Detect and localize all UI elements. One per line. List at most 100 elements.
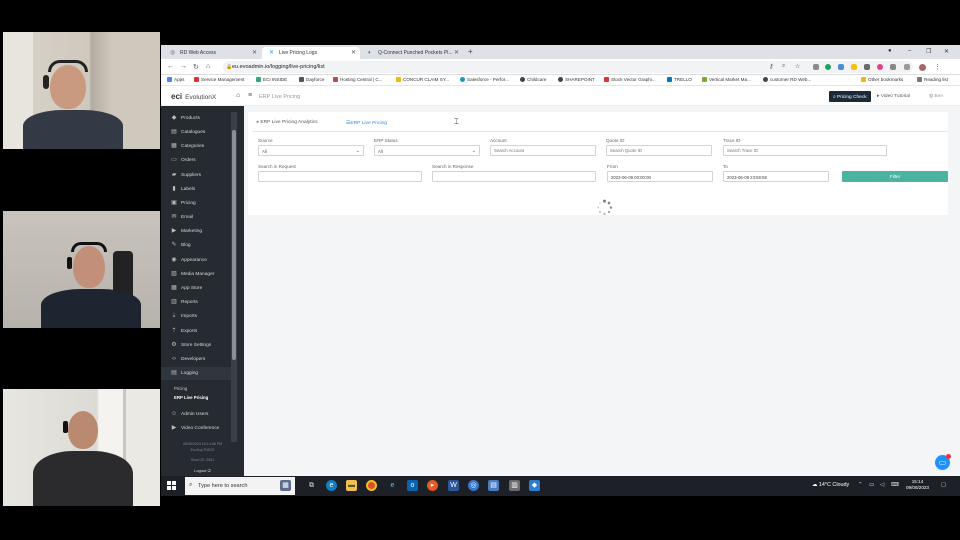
address-bar[interactable]: 🔒 eu.evoadmin.io/logging/live-pricing/li… — [223, 61, 913, 73]
sidebar-item-suppliers[interactable]: ▰ Suppliers — [161, 169, 231, 182]
bookmark-hosting-central[interactable]: Hosting Central | C... — [333, 77, 383, 82]
language-icon[interactable]: ⌨ — [891, 482, 899, 488]
sidebar-item-labels[interactable]: ▮ Labels — [161, 183, 231, 196]
pricing-check-button[interactable]: ⌕ Pricing Check — [829, 91, 871, 102]
quote-id-input[interactable] — [606, 145, 712, 156]
task-view-icon[interactable]: ⧉ — [306, 480, 317, 491]
tab-erp-live-pricing-analytics[interactable]: ◕ ERP Live Pricing Analytics — [256, 120, 318, 125]
sidebar-item-marketing[interactable]: ▶ Marketing — [161, 225, 231, 238]
extension-icon[interactable] — [838, 64, 844, 70]
bookmark-vertical-market[interactable]: Vertical Market Ma... — [702, 77, 751, 82]
sidebar-item-appearance[interactable]: ◉ Appearance — [161, 254, 231, 267]
source-select[interactable]: All ⌄ — [258, 145, 364, 156]
remote-desktop-icon[interactable]: ▤ — [488, 480, 499, 491]
sidebar-item-admin-users[interactable]: ☺ Admin Users — [161, 408, 231, 421]
bookmark-customer-rd-web[interactable]: customer RD Web... — [763, 77, 811, 82]
teams-icon[interactable]: ◎ — [468, 480, 479, 491]
bookmark-sharepoint[interactable]: SHAREPOINT — [558, 77, 595, 82]
extension-icon[interactable] — [813, 64, 819, 70]
home-icon[interactable]: ⌂ — [206, 63, 210, 70]
user-menu[interactable]: ◍ Ben — [929, 94, 943, 99]
back-icon[interactable]: ← — [167, 63, 174, 70]
sidebar-item-products[interactable]: ◆ Products — [161, 112, 231, 125]
reload-icon[interactable]: ↻ — [193, 63, 199, 71]
sidebar-item-video-conference[interactable]: ▶ Video Conference — [161, 422, 231, 435]
extension-icon[interactable] — [877, 64, 883, 70]
erp-status-select[interactable]: All ⌄ — [374, 145, 480, 156]
vpn-icon[interactable]: ◆ — [529, 480, 540, 491]
bookmark-concur[interactable]: CONCUR CLAIM SY... — [396, 77, 449, 82]
volume-icon[interactable]: ◁ — [880, 482, 884, 488]
extension-icon[interactable] — [864, 64, 870, 70]
windows-start-icon[interactable] — [167, 481, 176, 490]
bookmark-reading-list[interactable]: Reading list — [917, 77, 948, 82]
bookmark-apps[interactable]: Apps — [167, 77, 184, 82]
bookmark-trello[interactable]: TRELLO — [667, 77, 692, 82]
chrome-icon[interactable] — [366, 480, 377, 491]
sidebar-item-app-store[interactable]: ▦ App Store — [161, 282, 231, 295]
bookmark-service-management[interactable]: Service Management — [194, 77, 244, 82]
sidebar-item-store-settings[interactable]: ⚙ Store Settings — [161, 339, 231, 352]
app-logo[interactable]: eci EvolutionX — [171, 92, 216, 101]
browser-tab-rd-web[interactable]: ◍ RD Web Access ✕ — [163, 47, 261, 59]
new-tab-icon[interactable]: + — [468, 47, 473, 56]
tab-erp-live-pricing[interactable]: ☰ERP Live Pricing — [346, 120, 387, 126]
close-tab-icon[interactable]: ✕ — [351, 49, 356, 56]
printer-icon[interactable]: ▥ — [509, 480, 520, 491]
profile-avatar-icon[interactable] — [919, 64, 926, 71]
chat-support-icon[interactable]: ▭ — [935, 454, 951, 470]
extension-icon[interactable] — [890, 64, 896, 70]
sidebar-item-catalogues[interactable]: ▤ Catalogues — [161, 126, 231, 139]
search-request-input[interactable] — [258, 171, 422, 182]
sidebar-item-media-manager[interactable]: ▧ Media Manager — [161, 268, 231, 281]
browser-menu-icon[interactable]: ⋮ — [934, 63, 941, 71]
extension-icon[interactable] — [851, 64, 857, 70]
sidebar-item-orders[interactable]: ▭ Orders — [161, 154, 231, 167]
taskbar-search[interactable]: ⌕ Type here to search — [185, 477, 295, 495]
sidebar-scroll-thumb[interactable] — [232, 130, 236, 360]
outlook-icon[interactable]: o — [407, 480, 418, 491]
home-icon[interactable]: ⌂ — [236, 92, 240, 99]
tray-chevron-icon[interactable]: ⌃ — [858, 482, 863, 488]
minimize-icon[interactable]: – — [908, 48, 911, 54]
edge-icon[interactable]: e — [326, 480, 337, 491]
sidebar-sub-erp-live-pricing[interactable]: ERP Live Pricing — [174, 395, 208, 400]
bookmark-other[interactable]: Other bookmarks — [861, 77, 903, 82]
word-icon[interactable]: W — [448, 480, 459, 491]
filter-button[interactable]: Filter — [842, 171, 948, 182]
extension-icon[interactable] — [825, 64, 831, 70]
bookmark-dayforce[interactable]: Dayforce — [299, 77, 324, 82]
bookmark-eci-inside[interactable]: ECI INSIDE — [256, 77, 287, 82]
sidebar-item-pricing[interactable]: ▣ Pricing — [161, 197, 231, 210]
sidebar-item-blog[interactable]: ✎ Blog — [161, 239, 231, 252]
file-explorer-icon[interactable]: ▬ — [346, 480, 357, 491]
network-icon[interactable]: ▭ — [869, 482, 874, 488]
taskbar-clock[interactable]: 15:14 09/06/2023 — [906, 479, 929, 491]
from-date-input[interactable]: 2023-06-09 00:00:00 — [607, 171, 713, 182]
ie-icon[interactable]: e — [387, 480, 398, 491]
sidebar-sub-pricing[interactable]: Pricing — [174, 386, 187, 391]
zoom-icon[interactable]: ⌕ — [782, 63, 785, 70]
close-tab-icon[interactable]: ✕ — [454, 49, 459, 56]
key-icon[interactable]: ⚷ — [769, 63, 773, 70]
close-window-icon[interactable]: ✕ — [944, 48, 949, 55]
news-widget-icon[interactable]: ▦ — [280, 480, 291, 491]
sidebar-item-reports[interactable]: ▥ Reports — [161, 296, 231, 309]
bookmark-stock-vector[interactable]: Stock Vector Graphi... — [604, 77, 656, 82]
weather-widget[interactable]: ☁ 14°C Cloudy — [812, 482, 849, 488]
browser-tab-q-connect[interactable]: ◐ Q-Connect Punched Pockets Pl... ✕ — [361, 47, 463, 59]
notifications-icon[interactable]: ▢ — [941, 482, 946, 488]
menu-icon[interactable]: ≡ — [248, 92, 252, 99]
search-response-input[interactable] — [432, 171, 596, 182]
close-tab-icon[interactable]: ✕ — [252, 49, 257, 56]
to-date-input[interactable]: 2023-06-09 23:59:59 — [723, 171, 829, 182]
maximize-icon[interactable]: ❐ — [926, 48, 931, 55]
sidebar-item-exports[interactable]: ⇡ Exports — [161, 325, 231, 338]
extensions-puzzle-icon[interactable] — [904, 64, 910, 70]
bookmark-childcare[interactable]: Childcare — [520, 77, 546, 82]
account-input[interactable] — [490, 145, 596, 156]
presenter-icon[interactable]: ▸ — [427, 480, 438, 491]
forward-icon[interactable]: → — [180, 63, 187, 70]
sidebar-item-categories[interactable]: ▦ Categories — [161, 140, 231, 153]
browser-tab-live-pricing[interactable]: ✕ Live Pricing Logs ✕ — [262, 47, 360, 59]
